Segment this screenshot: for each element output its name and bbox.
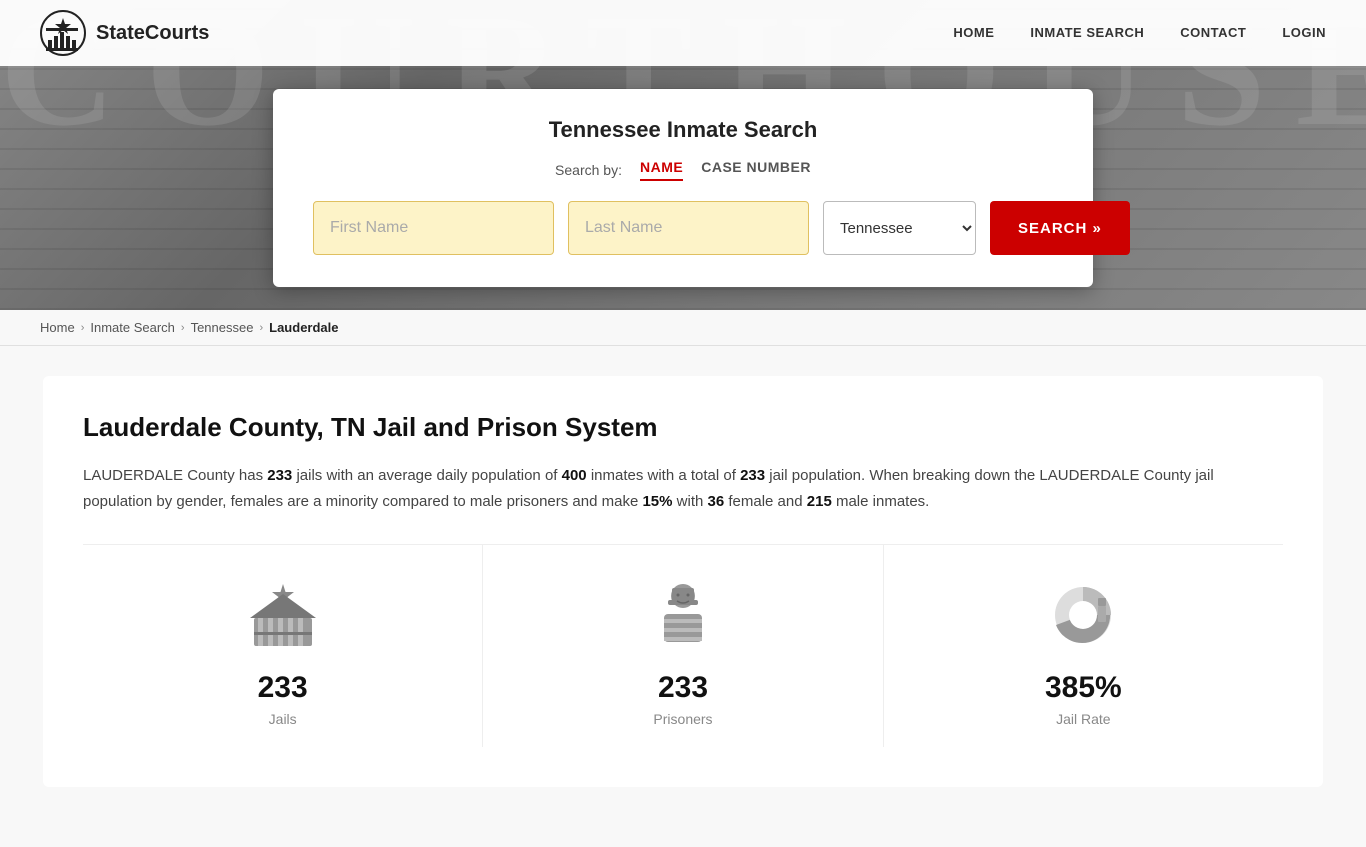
page-description: LAUDERDALE County has 233 jails with an … <box>83 463 1283 514</box>
nav-home[interactable]: HOME <box>953 25 994 40</box>
breadcrumb: Home › Inmate Search › Tennessee › Laude… <box>0 310 1366 346</box>
search-by-label: Search by: <box>555 162 622 178</box>
search-button[interactable]: SEARCH » <box>990 201 1130 255</box>
brand-name: StateCourts <box>96 22 209 45</box>
last-name-input[interactable] <box>568 201 809 255</box>
search-card: Tennessee Inmate Search Search by: NAME … <box>273 89 1093 287</box>
breadcrumb-sep-3: › <box>259 322 263 334</box>
search-by-row: Search by: NAME CASE NUMBER <box>313 159 1053 181</box>
stats-row: 233 Jails <box>83 544 1283 747</box>
brand[interactable]: StateCourts <box>40 10 209 56</box>
brand-logo-icon <box>40 10 86 56</box>
jail-icon <box>243 575 323 655</box>
tab-name[interactable]: NAME <box>640 159 683 181</box>
stat-jails-number: 233 <box>258 671 308 705</box>
stat-jail-rate: 385% Jail Rate <box>884 545 1283 747</box>
stat-jails: 233 Jails <box>83 545 483 747</box>
stat-prisoners: 233 Prisoners <box>483 545 883 747</box>
main-content: Lauderdale County, TN Jail and Prison Sy… <box>0 346 1366 847</box>
stat-jails-label: Jails <box>269 711 297 727</box>
search-inputs-row: Tennessee Alabama Alaska Arizona Arkansa… <box>313 201 1053 255</box>
breadcrumb-inmate-search[interactable]: Inmate Search <box>90 320 175 335</box>
page-title: Lauderdale County, TN Jail and Prison Sy… <box>83 412 1283 443</box>
search-card-title: Tennessee Inmate Search <box>313 117 1053 143</box>
breadcrumb-state[interactable]: Tennessee <box>191 320 254 335</box>
stat-prisoners-number: 233 <box>658 671 708 705</box>
search-card-wrapper: Tennessee Inmate Search Search by: NAME … <box>0 66 1366 310</box>
stat-prisoners-label: Prisoners <box>653 711 712 727</box>
content-card: Lauderdale County, TN Jail and Prison Sy… <box>43 376 1323 787</box>
breadcrumb-home[interactable]: Home <box>40 320 75 335</box>
prisoner-icon <box>643 575 723 655</box>
first-name-input[interactable] <box>313 201 554 255</box>
nav-contact[interactable]: CONTACT <box>1180 25 1246 40</box>
nav-login[interactable]: LOGIN <box>1282 25 1326 40</box>
stat-jail-rate-number: 385% <box>1045 671 1122 705</box>
breadcrumb-sep-2: › <box>181 322 185 334</box>
tab-case-number[interactable]: CASE NUMBER <box>701 159 811 181</box>
breadcrumb-current: Lauderdale <box>269 320 338 335</box>
navbar: StateCourts HOME INMATE SEARCH CONTACT L… <box>0 0 1366 66</box>
breadcrumb-sep-1: › <box>81 322 85 334</box>
hero-section: COURTHOUSE StateCourts HOME <box>0 0 1366 310</box>
nav-inmate-search[interactable]: INMATE SEARCH <box>1030 25 1144 40</box>
nav-links: HOME INMATE SEARCH CONTACT LOGIN <box>953 24 1326 42</box>
chart-icon <box>1043 575 1123 655</box>
state-select[interactable]: Tennessee Alabama Alaska Arizona Arkansa… <box>823 201 976 255</box>
stat-jail-rate-label: Jail Rate <box>1056 711 1110 727</box>
